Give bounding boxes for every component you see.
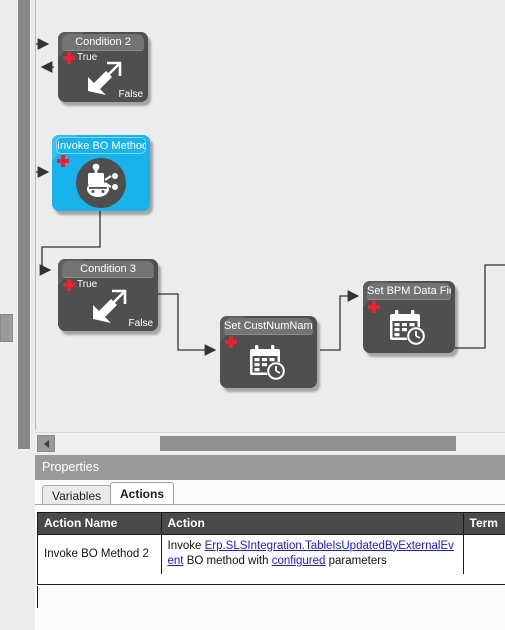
add-icon[interactable] (368, 301, 380, 313)
tab-variables[interactable]: Variables (42, 485, 112, 505)
arrow-left-icon[interactable] (37, 435, 55, 452)
left-collapsed-tab[interactable] (0, 314, 13, 342)
node-title: Condition 2 (62, 34, 144, 51)
column-header-action-name[interactable]: Action Name (38, 513, 162, 534)
column-header-action[interactable]: Action (161, 513, 464, 534)
bpm-workflow-designer: True False Condition 2 Invoke BO Method … (0, 0, 505, 630)
node-title: Condition 3 (62, 261, 154, 278)
properties-tabs: Variables Actions (35, 482, 505, 505)
left-splitter-bar[interactable] (18, 0, 30, 449)
grid-empty-area (37, 586, 505, 608)
table-header-row: Action Name Action Term (38, 513, 505, 534)
workflow-canvas[interactable]: True False Condition 2 Invoke BO Method … (30, 0, 505, 430)
tab-actions[interactable]: Actions (110, 482, 175, 505)
properties-panel: Properties Variables Actions Action Name… (35, 455, 505, 630)
cell-action: Invoke Erp.SLSIntegration.TableIsUpdated… (161, 533, 464, 574)
canvas-horizontal-scrollbar[interactable] (35, 432, 505, 453)
node-condition-3[interactable]: True False Condition 3 (58, 259, 161, 335)
properties-title: Properties (35, 455, 505, 480)
node-true-label: True (77, 52, 98, 63)
action-middle-text: BO method with (183, 555, 272, 567)
add-icon[interactable] (63, 279, 75, 291)
tabs-underline (35, 504, 505, 505)
action-suffix-text: parameters (325, 555, 387, 567)
action-prefix-text: Invoke (167, 539, 205, 552)
node-condition-2[interactable]: True False Condition 2 (58, 32, 151, 106)
left-pane-background (0, 0, 18, 449)
scrollbar-thumb[interactable] (160, 436, 456, 451)
node-set-bpm-data-field[interactable]: Set BPM Data Field (363, 281, 458, 357)
node-false-label: False (128, 318, 153, 329)
add-icon[interactable] (63, 52, 75, 64)
node-title: Invoke BO Method (56, 137, 146, 154)
column-header-term[interactable]: Term (463, 513, 505, 534)
add-icon[interactable] (57, 155, 69, 167)
table-row[interactable]: Invoke BO Method 2 Invoke Erp.SLSIntegra… (38, 533, 505, 574)
cell-term (463, 533, 505, 574)
node-title: Set BPM Data Field (367, 283, 451, 300)
cell-action-name: Invoke BO Method 2 (38, 533, 162, 574)
actions-grid[interactable]: Action Name Action Term Invoke BO Method… (37, 512, 505, 585)
add-icon[interactable] (225, 336, 237, 348)
node-title: Set CustNumName (224, 318, 313, 335)
configured-parameters-link[interactable]: configured (272, 555, 326, 567)
node-invoke-bo-method[interactable]: Invoke BO Method (52, 135, 153, 215)
node-false-label: False (118, 89, 143, 100)
node-set-custnumname[interactable]: Set CustNumName (220, 316, 320, 392)
node-true-label: True (77, 279, 98, 290)
